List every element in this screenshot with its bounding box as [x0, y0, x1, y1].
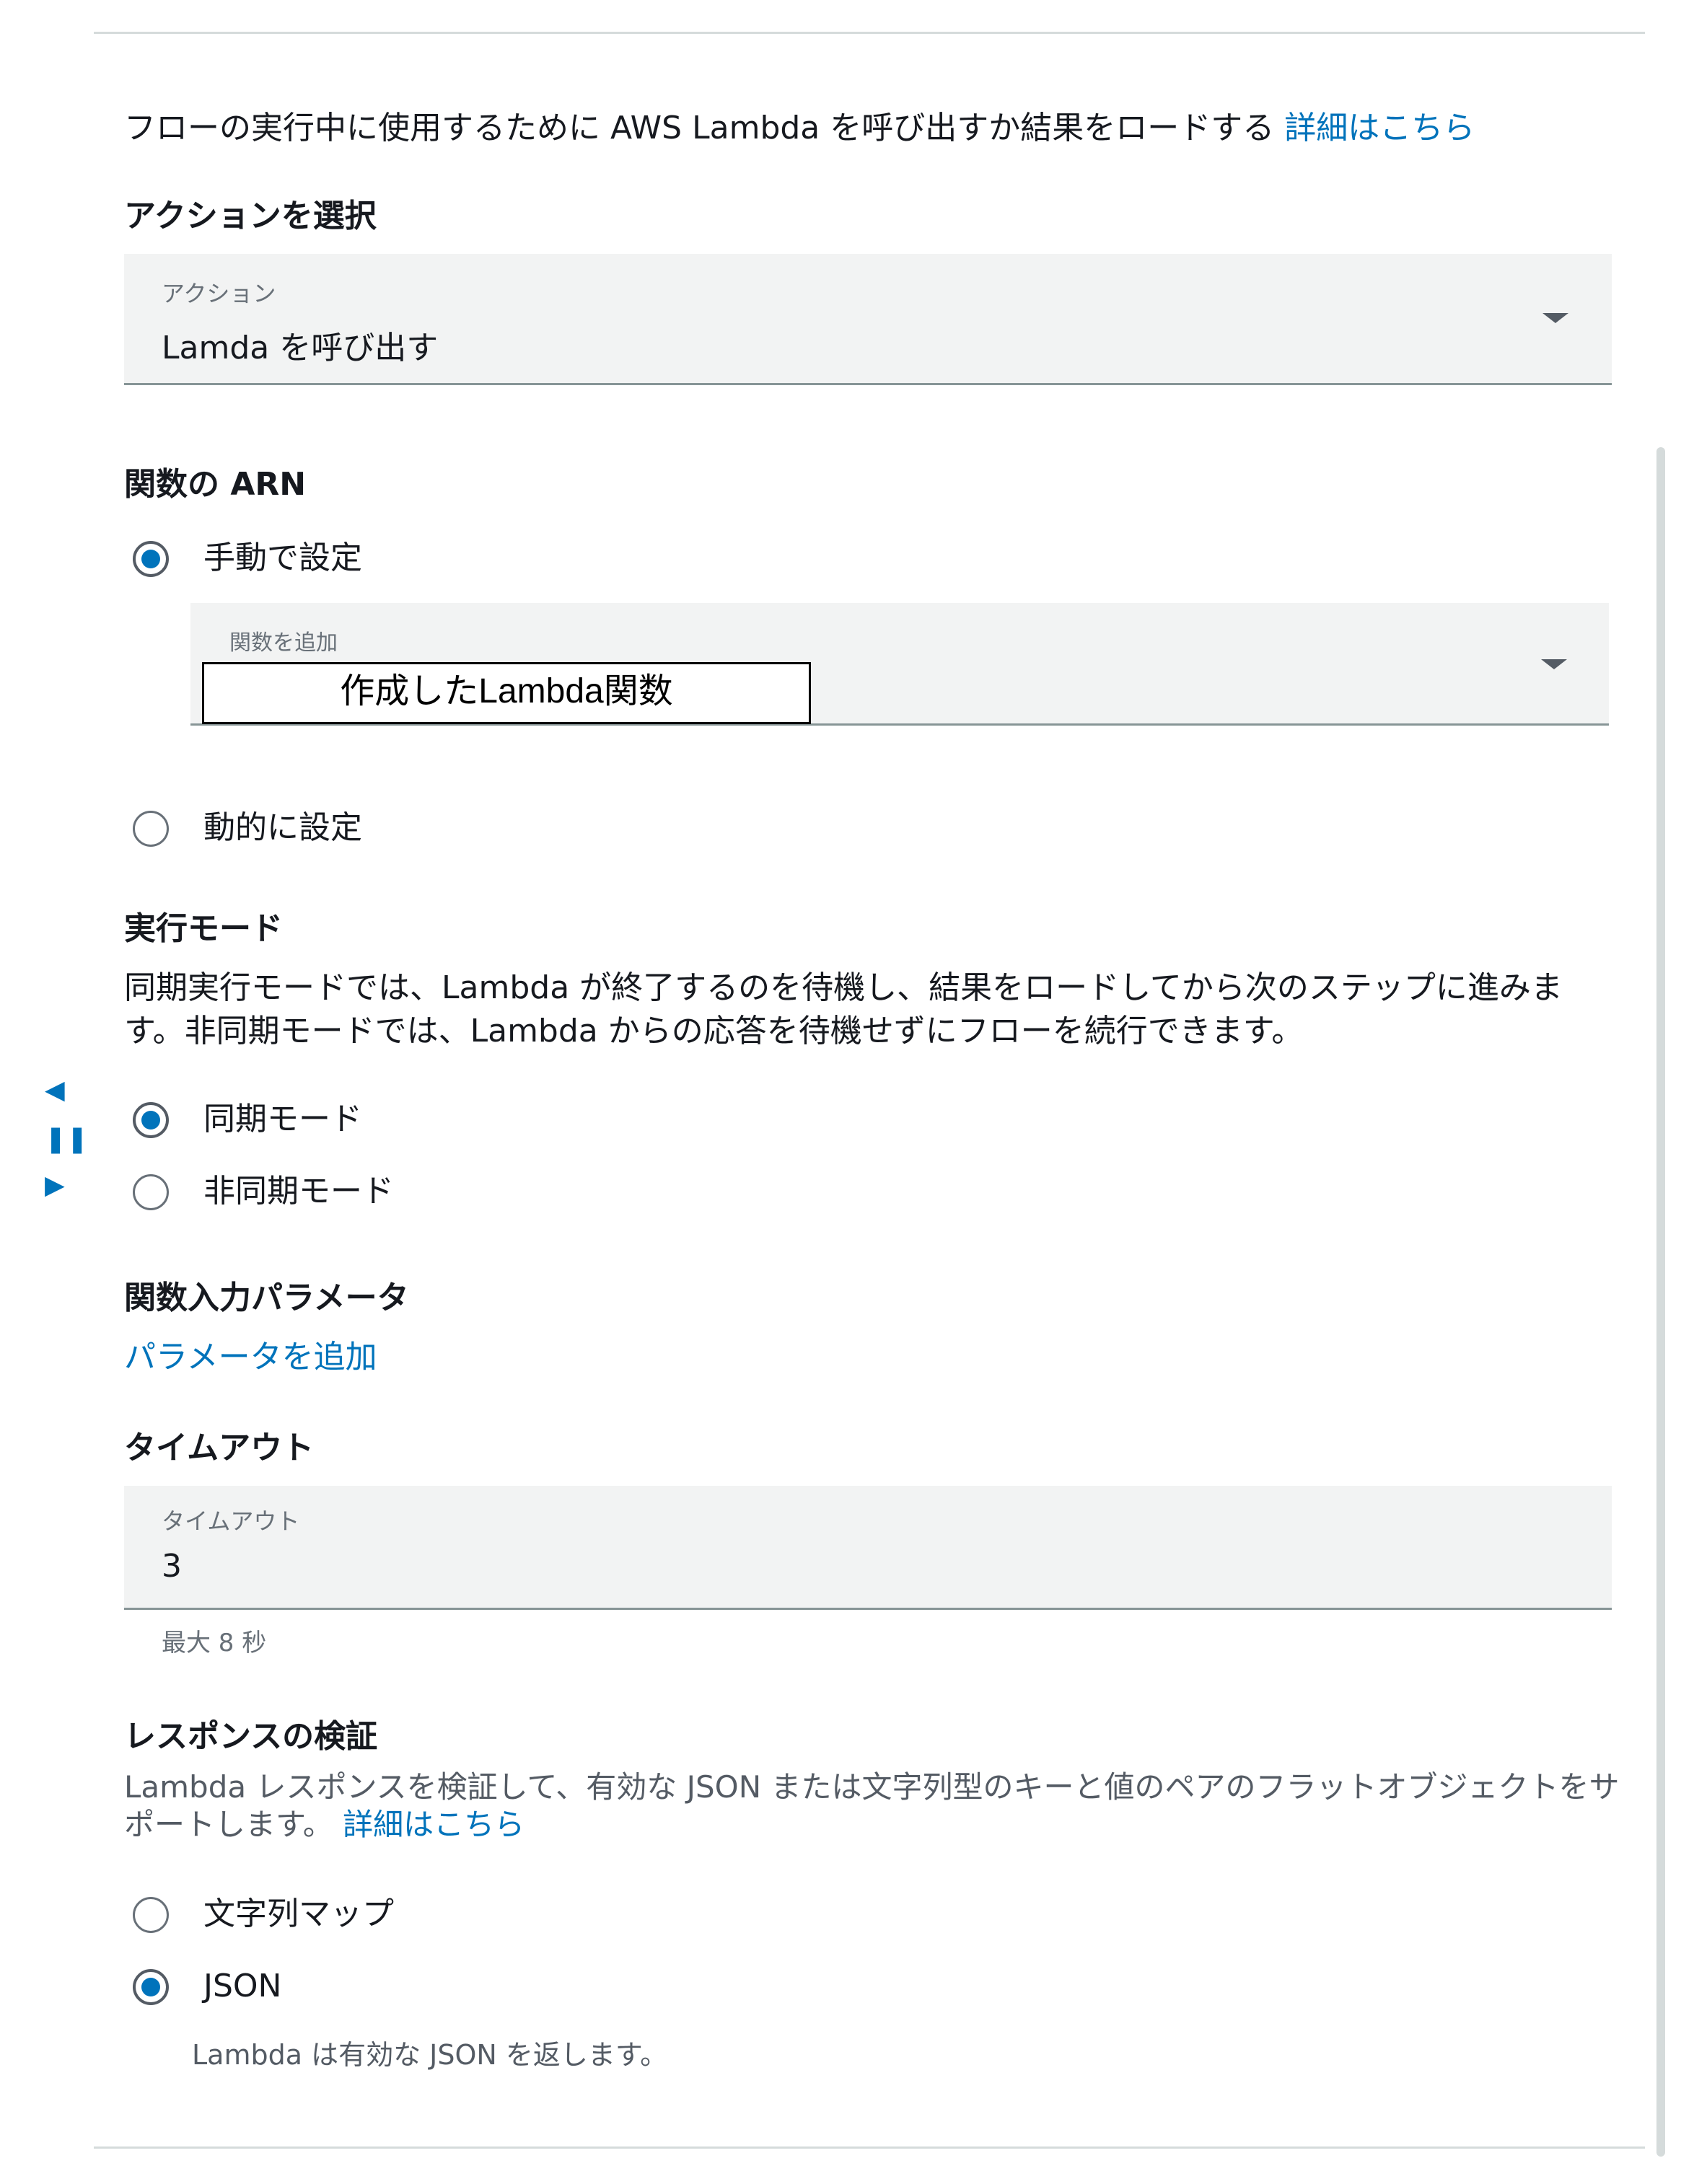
- exec-mode-heading: 実行モード: [124, 910, 283, 947]
- validation-description-line2: ポートします。 詳細はこちら: [124, 1803, 525, 1846]
- scrollbar[interactable]: [1656, 447, 1665, 2157]
- radio-string-map[interactable]: [133, 1897, 169, 1933]
- exec-mode-description-line2: す。非同期モードでは、Lambda からの応答を待機せずにフローを続行できます。: [124, 1013, 1304, 1049]
- radio-dynamic-label: 動的に設定: [203, 809, 362, 846]
- timeout-input[interactable]: タイムアウト 3: [124, 1486, 1612, 1610]
- action-field-value: Lamda を呼び出す: [162, 330, 439, 366]
- radio-async-mode-label: 非同期モード: [203, 1173, 394, 1210]
- function-value-box: 作成したLambda関数: [202, 662, 811, 724]
- json-helper-text: Lambda は有効な JSON を返します。: [192, 2039, 668, 2071]
- radio-dynamic[interactable]: [133, 811, 169, 847]
- action-select[interactable]: アクション Lamda を呼び出す: [124, 254, 1612, 385]
- action-field-label: アクション: [162, 280, 276, 307]
- intro-description: フローの実行中に使用するために AWS Lambda を呼び出すか結果をロードす…: [124, 107, 1475, 150]
- arn-heading: 関数の ARN: [124, 466, 307, 503]
- validation-learn-more-link[interactable]: 詳細はこちら: [343, 1807, 525, 1842]
- triangle-right-icon[interactable]: ▶: [45, 1171, 65, 1200]
- intro-text: フローの実行中に使用するために AWS Lambda を呼び出すか結果をロードす…: [124, 110, 1275, 146]
- action-heading: アクションを選択: [124, 198, 377, 234]
- validation-heading: レスポンスの検証: [124, 1718, 378, 1755]
- radio-async-mode[interactable]: [133, 1174, 169, 1210]
- radio-json[interactable]: [133, 1969, 169, 2005]
- top-divider: [94, 32, 1645, 34]
- caret-down-icon[interactable]: [1541, 659, 1567, 669]
- triangle-left-icon[interactable]: ◀: [45, 1076, 65, 1105]
- caret-down-icon[interactable]: [1542, 313, 1568, 323]
- radio-json-label: JSON: [203, 1968, 282, 2004]
- timeout-field-label: タイムアウト: [162, 1507, 300, 1535]
- exec-mode-description-line1: 同期実行モードでは、Lambda が終了するのを待機し、結果をロードしてから次の…: [124, 969, 1563, 1006]
- validation-description-line1: Lambda レスポンスを検証して、有効な JSON または文字列型のキーと値の…: [124, 1769, 1620, 1805]
- pause-icon[interactable]: ❚❚: [45, 1125, 88, 1154]
- add-parameter-link[interactable]: パラメータを追加: [124, 1336, 377, 1379]
- function-field-label: 関数を追加: [229, 630, 338, 656]
- radio-manual-label: 手動で設定: [203, 540, 362, 576]
- timeout-helper-text: 最大 8 秒: [162, 1629, 267, 1657]
- validation-description-text: ポートします。: [124, 1807, 333, 1842]
- radio-manual[interactable]: [133, 541, 169, 577]
- radio-sync-mode-label: 同期モード: [203, 1101, 362, 1137]
- radio-string-map-label: 文字列マップ: [203, 1895, 394, 1932]
- intro-learn-more-link[interactable]: 詳細はこちら: [1284, 110, 1475, 146]
- radio-sync-mode[interactable]: [133, 1102, 169, 1138]
- timeout-heading: タイムアウト: [124, 1430, 315, 1466]
- params-heading: 関数入力パラメータ: [124, 1280, 409, 1316]
- timeout-field-value: 3: [162, 1548, 182, 1585]
- bottom-divider: [94, 2146, 1645, 2149]
